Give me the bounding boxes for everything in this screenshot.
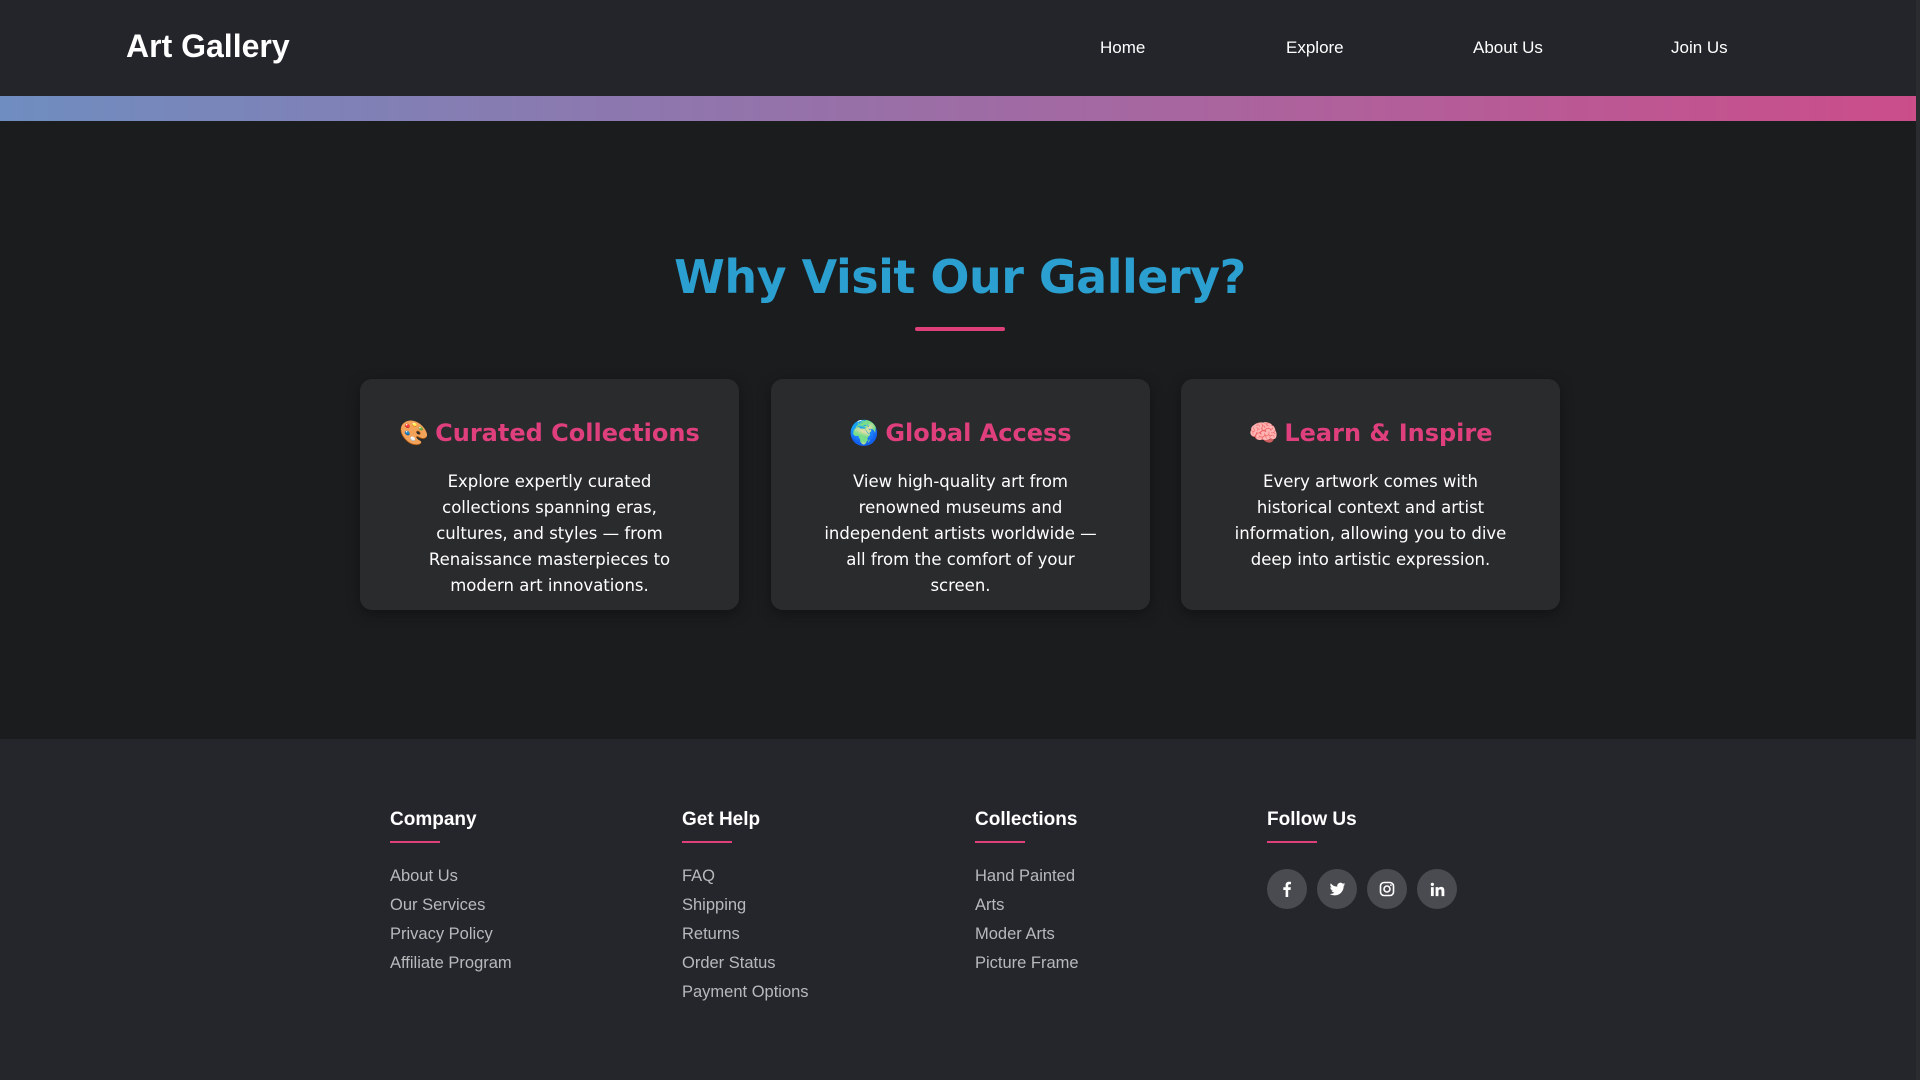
feature-title-text: Curated Collections — [435, 419, 700, 447]
feature-card-curated-collections: 🎨 Curated Collections Explore expertly cu… — [360, 379, 739, 610]
footer-link-moder-arts[interactable]: Moder Arts — [975, 925, 1235, 954]
feature-card-text: Every artwork comes with historical cont… — [1234, 472, 1507, 569]
footer-link-faq[interactable]: FAQ — [682, 867, 942, 896]
feature-card-learn-inspire: 🧠 Learn & Inspire Every artwork comes wit… — [1181, 379, 1560, 610]
instagram-icon — [1379, 881, 1395, 897]
navbar: Art Gallery Home Explore About Us Join U… — [0, 0, 1920, 96]
footer-link-affiliate-program[interactable]: Affiliate Program — [390, 954, 650, 983]
footer-link-our-services[interactable]: Our Services — [390, 896, 650, 925]
footer-heading: Collections — [975, 809, 1078, 830]
globe-icon: 🌍 — [849, 419, 880, 447]
footer-heading: Follow Us — [1267, 809, 1357, 830]
title-underline — [915, 327, 1005, 331]
section-title: Why Visit Our Gallery? — [674, 250, 1246, 304]
footer-link-order-status[interactable]: Order Status — [682, 954, 942, 983]
facebook-icon — [1283, 881, 1291, 897]
nav-join-us[interactable]: Join Us — [1671, 38, 1728, 58]
feature-card-title: 🎨 Curated Collections — [360, 419, 739, 447]
footer: Company About Us Our Services Privacy Po… — [0, 739, 1920, 1080]
footer-link-arts[interactable]: Arts — [975, 896, 1235, 925]
footer-column-company: Company About Us Our Services Privacy Po… — [390, 809, 650, 983]
linkedin-icon — [1430, 882, 1444, 896]
instagram-button[interactable] — [1367, 869, 1407, 909]
footer-link-privacy-policy[interactable]: Privacy Policy — [390, 925, 650, 954]
feature-card-text: Explore expertly curated collections spa… — [428, 472, 671, 595]
brain-icon: 🧠 — [1248, 419, 1279, 447]
twitter-button[interactable] — [1317, 869, 1357, 909]
feature-title-text: Learn & Inspire — [1284, 419, 1493, 447]
footer-heading-underline — [390, 841, 440, 843]
nav-explore[interactable]: Explore — [1286, 38, 1344, 58]
nav-home[interactable]: Home — [1100, 38, 1145, 58]
feature-card-title: 🧠 Learn & Inspire — [1181, 419, 1560, 447]
footer-link-returns[interactable]: Returns — [682, 925, 942, 954]
feature-card-text: View high-quality art from renowned muse… — [824, 472, 1097, 595]
footer-link-shipping[interactable]: Shipping — [682, 896, 942, 925]
footer-column-follow-us: Follow Us — [1267, 809, 1527, 909]
nav-about-us[interactable]: About Us — [1473, 38, 1543, 58]
footer-heading-underline — [975, 841, 1025, 843]
footer-links: Hand Painted Arts Moder Arts Picture Fra… — [975, 867, 1235, 983]
feature-card-global-access: 🌍 Global Access View high-quality art fro… — [771, 379, 1150, 610]
footer-heading-underline — [682, 841, 732, 843]
footer-column-get-help: Get Help FAQ Shipping Returns Order Stat… — [682, 809, 942, 1012]
footer-heading: Company — [390, 809, 477, 830]
footer-link-picture-frame[interactable]: Picture Frame — [975, 954, 1235, 983]
gradient-divider — [0, 96, 1920, 121]
brand-logo[interactable]: Art Gallery — [126, 28, 290, 65]
feature-title-text: Global Access — [885, 419, 1072, 447]
twitter-icon — [1329, 882, 1345, 895]
footer-link-payment-options[interactable]: Payment Options — [682, 983, 942, 1012]
facebook-button[interactable] — [1267, 869, 1307, 909]
footer-heading: Get Help — [682, 809, 761, 830]
footer-links: About Us Our Services Privacy Policy Aff… — [390, 867, 650, 983]
linkedin-button[interactable] — [1417, 869, 1457, 909]
social-links — [1267, 869, 1527, 909]
feature-card-title: 🌍 Global Access — [771, 419, 1150, 447]
scrollbar[interactable] — [1916, 0, 1920, 1080]
footer-column-collections: Collections Hand Painted Arts Moder Arts… — [975, 809, 1235, 983]
footer-link-about-us[interactable]: About Us — [390, 867, 650, 896]
palette-icon: 🎨 — [399, 419, 430, 447]
footer-heading-underline — [1267, 841, 1317, 843]
footer-links: FAQ Shipping Returns Order Status Paymen… — [682, 867, 942, 1012]
footer-link-hand-painted[interactable]: Hand Painted — [975, 867, 1235, 896]
